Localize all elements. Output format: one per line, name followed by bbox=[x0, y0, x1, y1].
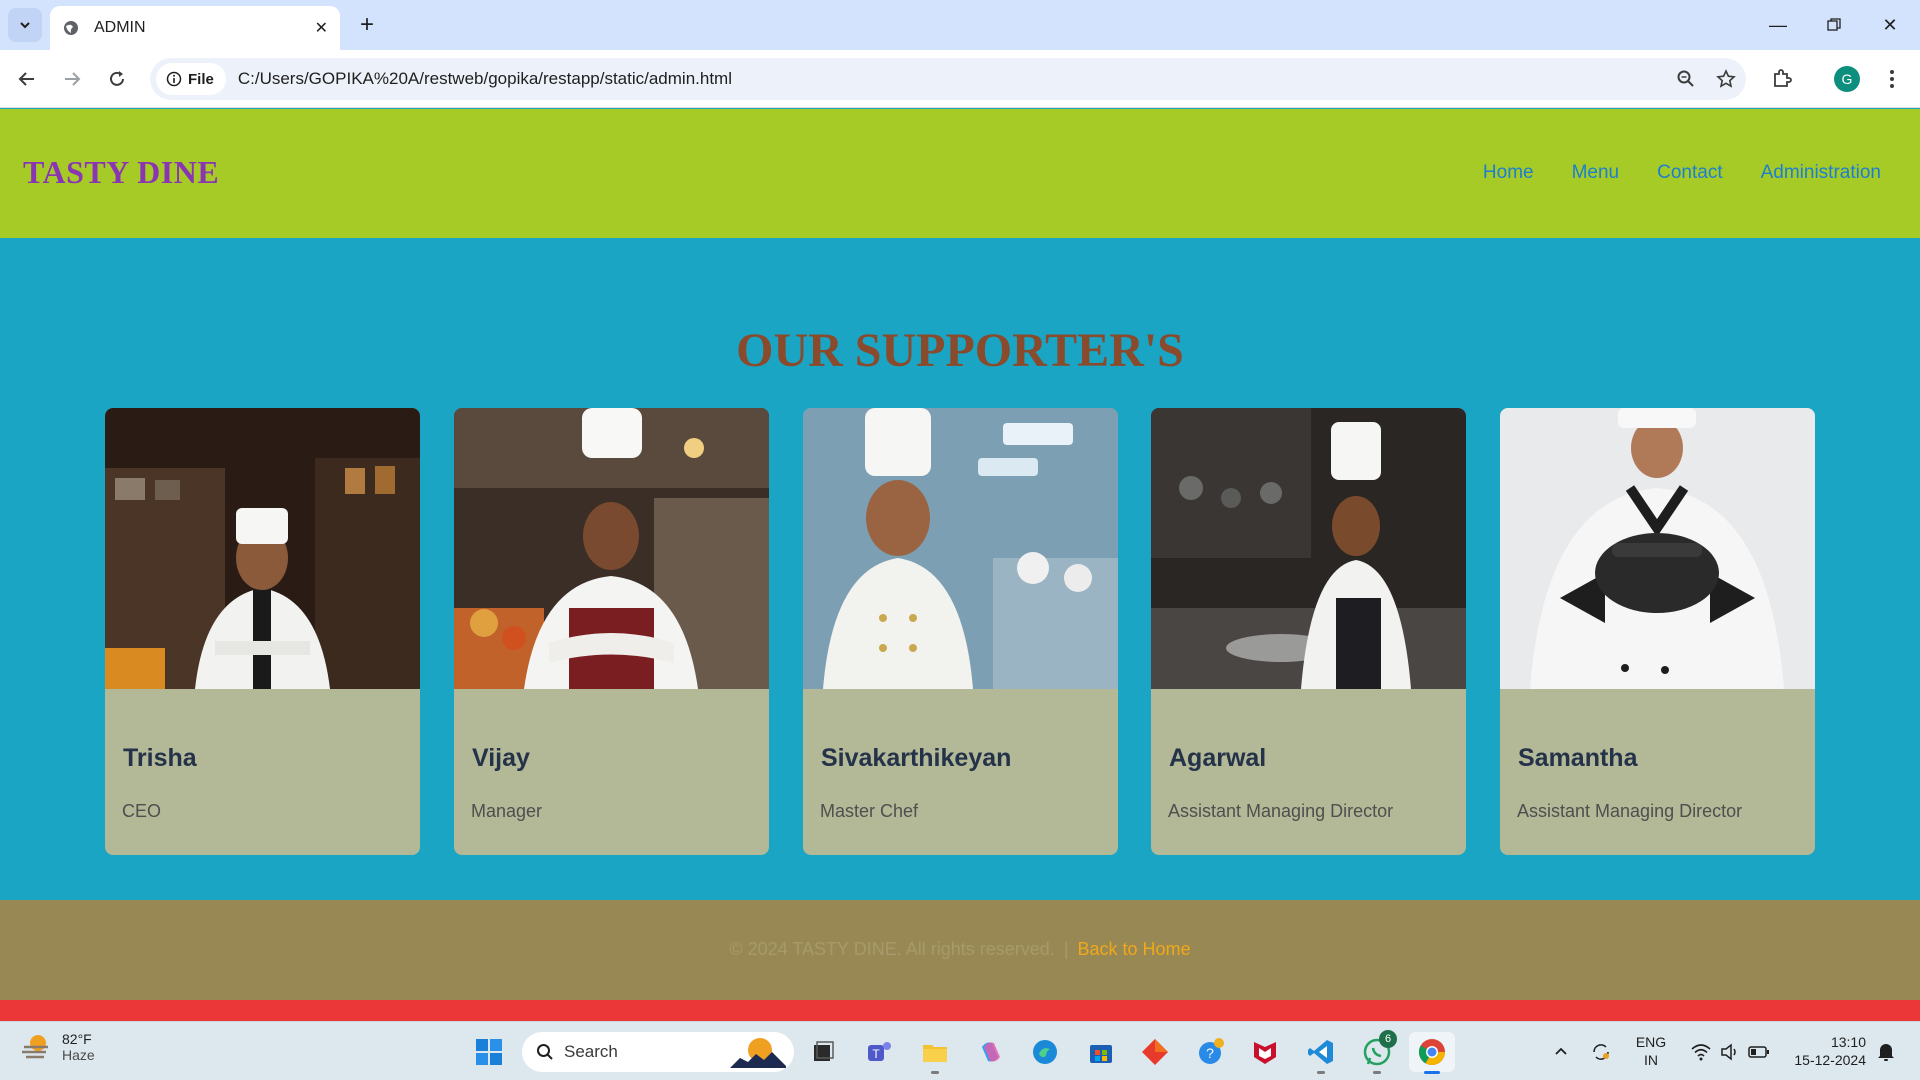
back-icon[interactable] bbox=[11, 63, 43, 95]
footer-separator: | bbox=[1063, 939, 1069, 959]
site-info-chip[interactable]: File bbox=[156, 63, 226, 95]
chrome-icon[interactable] bbox=[1409, 1032, 1455, 1074]
supporter-role: Assistant Managing Director bbox=[1168, 801, 1394, 821]
reload-icon[interactable] bbox=[101, 63, 133, 95]
url-text[interactable]: C:/Users/GOPIKA%20A/restweb/gopika/resta… bbox=[238, 69, 1666, 89]
weather-temp: 82°F bbox=[62, 1031, 92, 1047]
info-icon bbox=[166, 71, 182, 87]
supporter-name: Vijay bbox=[472, 744, 530, 772]
bookmark-star-icon[interactable] bbox=[1706, 59, 1746, 99]
supporter-photo bbox=[454, 408, 769, 689]
forward-icon[interactable] bbox=[56, 63, 88, 95]
clock-date: 15-12-2024 bbox=[1794, 1052, 1866, 1068]
site-footer: © 2024 TASTY DINE. All rights reserved. … bbox=[0, 900, 1920, 1000]
supporter-name: Agarwal bbox=[1169, 744, 1267, 772]
footer-copyright: © 2024 TASTY DINE. All rights reserved. bbox=[729, 939, 1055, 959]
microsoft-store-icon[interactable] bbox=[1081, 1032, 1121, 1072]
supporters-section: OUR SUPPORTER'S Trisha CEO Vijay Manager… bbox=[0, 238, 1920, 900]
supporter-role: Master Chef bbox=[820, 801, 919, 821]
restore-icon[interactable] bbox=[1806, 0, 1862, 50]
taskbar-search-box[interactable]: Search bbox=[522, 1032, 794, 1072]
supporter-name: Sivakarthikeyan bbox=[821, 744, 1012, 772]
clock-time: 13:10 bbox=[1830, 1034, 1866, 1050]
language-code: ENG bbox=[1635, 1034, 1667, 1050]
browser-tab-admin[interactable]: ADMIN ✕ bbox=[50, 6, 340, 50]
main-nav: Home Menu Contact Administration bbox=[1483, 162, 1881, 184]
new-tab-button[interactable]: + bbox=[352, 10, 382, 40]
supporter-card: Sivakarthikeyan Master Chef bbox=[803, 408, 1118, 855]
haze-sun-icon bbox=[22, 1035, 48, 1059]
site-logo[interactable]: TASTY DINE bbox=[23, 154, 219, 191]
nav-home-link[interactable]: Home bbox=[1483, 162, 1534, 184]
edge-icon[interactable] bbox=[1025, 1032, 1065, 1072]
weather-condition: Haze bbox=[62, 1047, 95, 1063]
browser-tab-strip: ADMIN ✕ + — ✕ bbox=[0, 0, 1920, 50]
show-hidden-icons-icon[interactable] bbox=[1543, 1032, 1579, 1072]
supporter-card: Trisha CEO bbox=[105, 408, 420, 855]
clock[interactable]: 13:10 15-12-2024 bbox=[1782, 1033, 1866, 1069]
supporter-card: Samantha Assistant Managing Director bbox=[1500, 408, 1815, 855]
volume-icon bbox=[1721, 1043, 1736, 1061]
quick-settings[interactable] bbox=[1680, 1032, 1780, 1072]
supporter-card: Agarwal Assistant Managing Director bbox=[1151, 408, 1466, 855]
extensions-icon[interactable] bbox=[1766, 63, 1798, 95]
region-code: IN bbox=[1644, 1052, 1658, 1068]
windows-taskbar: 82°F Haze Search T ? 6 ENG IN 13:10 15-1… bbox=[0, 1021, 1920, 1080]
menu-kebab-icon[interactable] bbox=[1876, 63, 1908, 95]
notification-bell-icon[interactable] bbox=[1870, 1032, 1902, 1072]
supporter-role: Assistant Managing Director bbox=[1517, 801, 1743, 821]
site-chip-label: File bbox=[188, 70, 214, 88]
chevron-down-icon bbox=[20, 22, 30, 29]
battery-icon bbox=[1748, 1046, 1769, 1058]
supporter-role: Manager bbox=[471, 801, 543, 821]
nav-contact-link[interactable]: Contact bbox=[1657, 162, 1722, 184]
weather-widget[interactable]: 82°F Haze bbox=[20, 1031, 95, 1063]
browser-toolbar: File C:/Users/GOPIKA%20A/restweb/gopika/… bbox=[0, 50, 1920, 108]
minimize-icon[interactable]: — bbox=[1750, 0, 1806, 50]
footer-text: © 2024 TASTY DINE. All rights reserved. … bbox=[0, 939, 1920, 960]
supporter-name: Samantha bbox=[1518, 744, 1638, 772]
mcafee-icon[interactable] bbox=[1245, 1032, 1285, 1072]
svg-text:T: T bbox=[872, 1047, 880, 1061]
supporter-photo bbox=[1500, 408, 1815, 689]
profile-avatar[interactable]: G bbox=[1834, 66, 1860, 92]
task-view-icon[interactable] bbox=[803, 1032, 843, 1072]
tab-title: ADMIN bbox=[94, 19, 146, 36]
language-indicator[interactable]: ENG IN bbox=[1629, 1033, 1673, 1069]
supporter-card: Vijay Manager bbox=[454, 408, 769, 855]
supporter-role: CEO bbox=[122, 801, 162, 821]
back-to-home-link[interactable]: Back to Home bbox=[1078, 939, 1191, 959]
supporter-photo bbox=[1151, 408, 1466, 689]
supporter-name: Trisha bbox=[123, 744, 197, 772]
section-title: OUR SUPPORTER'S bbox=[736, 324, 1184, 377]
search-highlight-icon bbox=[730, 1038, 786, 1068]
wifi-icon bbox=[1691, 1044, 1711, 1061]
address-bar[interactable]: File C:/Users/GOPIKA%20A/restweb/gopika/… bbox=[150, 58, 1746, 100]
close-tab-icon[interactable]: ✕ bbox=[315, 18, 328, 38]
site-header: TASTY DINE Home Menu Contact Administrat… bbox=[0, 109, 1920, 238]
zoom-icon[interactable] bbox=[1666, 59, 1706, 99]
vscode-icon[interactable] bbox=[1301, 1032, 1341, 1074]
whatsapp-badge: 6 bbox=[1379, 1030, 1397, 1048]
tab-search-button[interactable] bbox=[8, 8, 42, 42]
sync-icon[interactable] bbox=[1583, 1032, 1619, 1072]
taskbar-search-label: Search bbox=[564, 1042, 618, 1061]
globe-icon bbox=[64, 21, 78, 35]
nav-menu-link[interactable]: Menu bbox=[1572, 162, 1620, 184]
search-icon bbox=[537, 1044, 553, 1060]
app-diamond-icon[interactable] bbox=[1135, 1032, 1175, 1072]
file-explorer-icon[interactable] bbox=[915, 1032, 955, 1074]
nav-administration-link[interactable]: Administration bbox=[1761, 162, 1881, 184]
supporter-photo bbox=[105, 408, 420, 689]
teams-icon[interactable]: T bbox=[859, 1032, 899, 1072]
get-help-icon[interactable]: ? bbox=[1191, 1032, 1231, 1072]
whatsapp-icon[interactable]: 6 bbox=[1357, 1030, 1397, 1074]
windows-start-icon[interactable] bbox=[469, 1032, 509, 1072]
bottom-accent-bar bbox=[0, 1000, 1920, 1021]
supporter-photo bbox=[803, 408, 1118, 689]
close-window-icon[interactable]: ✕ bbox=[1862, 0, 1918, 50]
copilot-icon[interactable] bbox=[971, 1032, 1011, 1072]
svg-text:?: ? bbox=[1206, 1045, 1214, 1061]
